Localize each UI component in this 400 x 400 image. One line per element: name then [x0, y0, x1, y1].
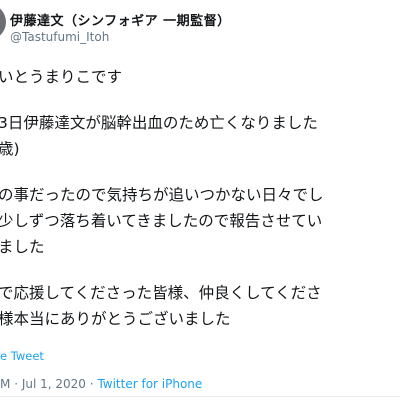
tweet-time[interactable]: M [0, 377, 10, 391]
avatar[interactable] [0, 4, 6, 40]
tweet-line: 歳) [0, 140, 20, 158]
tweet-line: で応援してくださった皆様、仲良くしてくださ [0, 284, 322, 302]
meta-separator: · [14, 377, 19, 391]
meta-separator: · [89, 377, 94, 391]
tweet-line: 3日伊藤達文が脳幹出血のため亡くなりました [0, 114, 318, 132]
tweet-card: 伊藤達文（シンフォギア 一期監督） @Tastufumi_Itoh いとうまりこ… [0, 0, 400, 400]
display-name[interactable]: 伊藤達文（シンフォギア 一期監督） [10, 10, 231, 29]
tweet-line: の事だったので気持ちが追いつかない日々でし [0, 186, 324, 204]
tweet-line: ました [0, 238, 45, 256]
tweet-meta: M · Jul 1, 2020 · Twitter for iPhone [0, 377, 202, 391]
divider [0, 396, 400, 397]
tweet-text: いとうまりこです 3日伊藤達文が脳幹出血のため亡くなりました 歳) の事だったの… [0, 64, 400, 332]
tweet-line: 少しずつ落ち着いてきましたので報告させてい [0, 212, 323, 230]
tweet-line: いとうまりこです [0, 68, 123, 86]
user-handle[interactable]: @Tastufumi_Itoh [10, 30, 109, 44]
translate-tweet-link[interactable]: e Tweet [0, 349, 44, 363]
tweet-source-link[interactable]: Twitter for iPhone [97, 377, 202, 391]
tweet-date[interactable]: Jul 1, 2020 [22, 377, 86, 391]
tweet-line: 様本当にありがとうございました [0, 310, 231, 328]
